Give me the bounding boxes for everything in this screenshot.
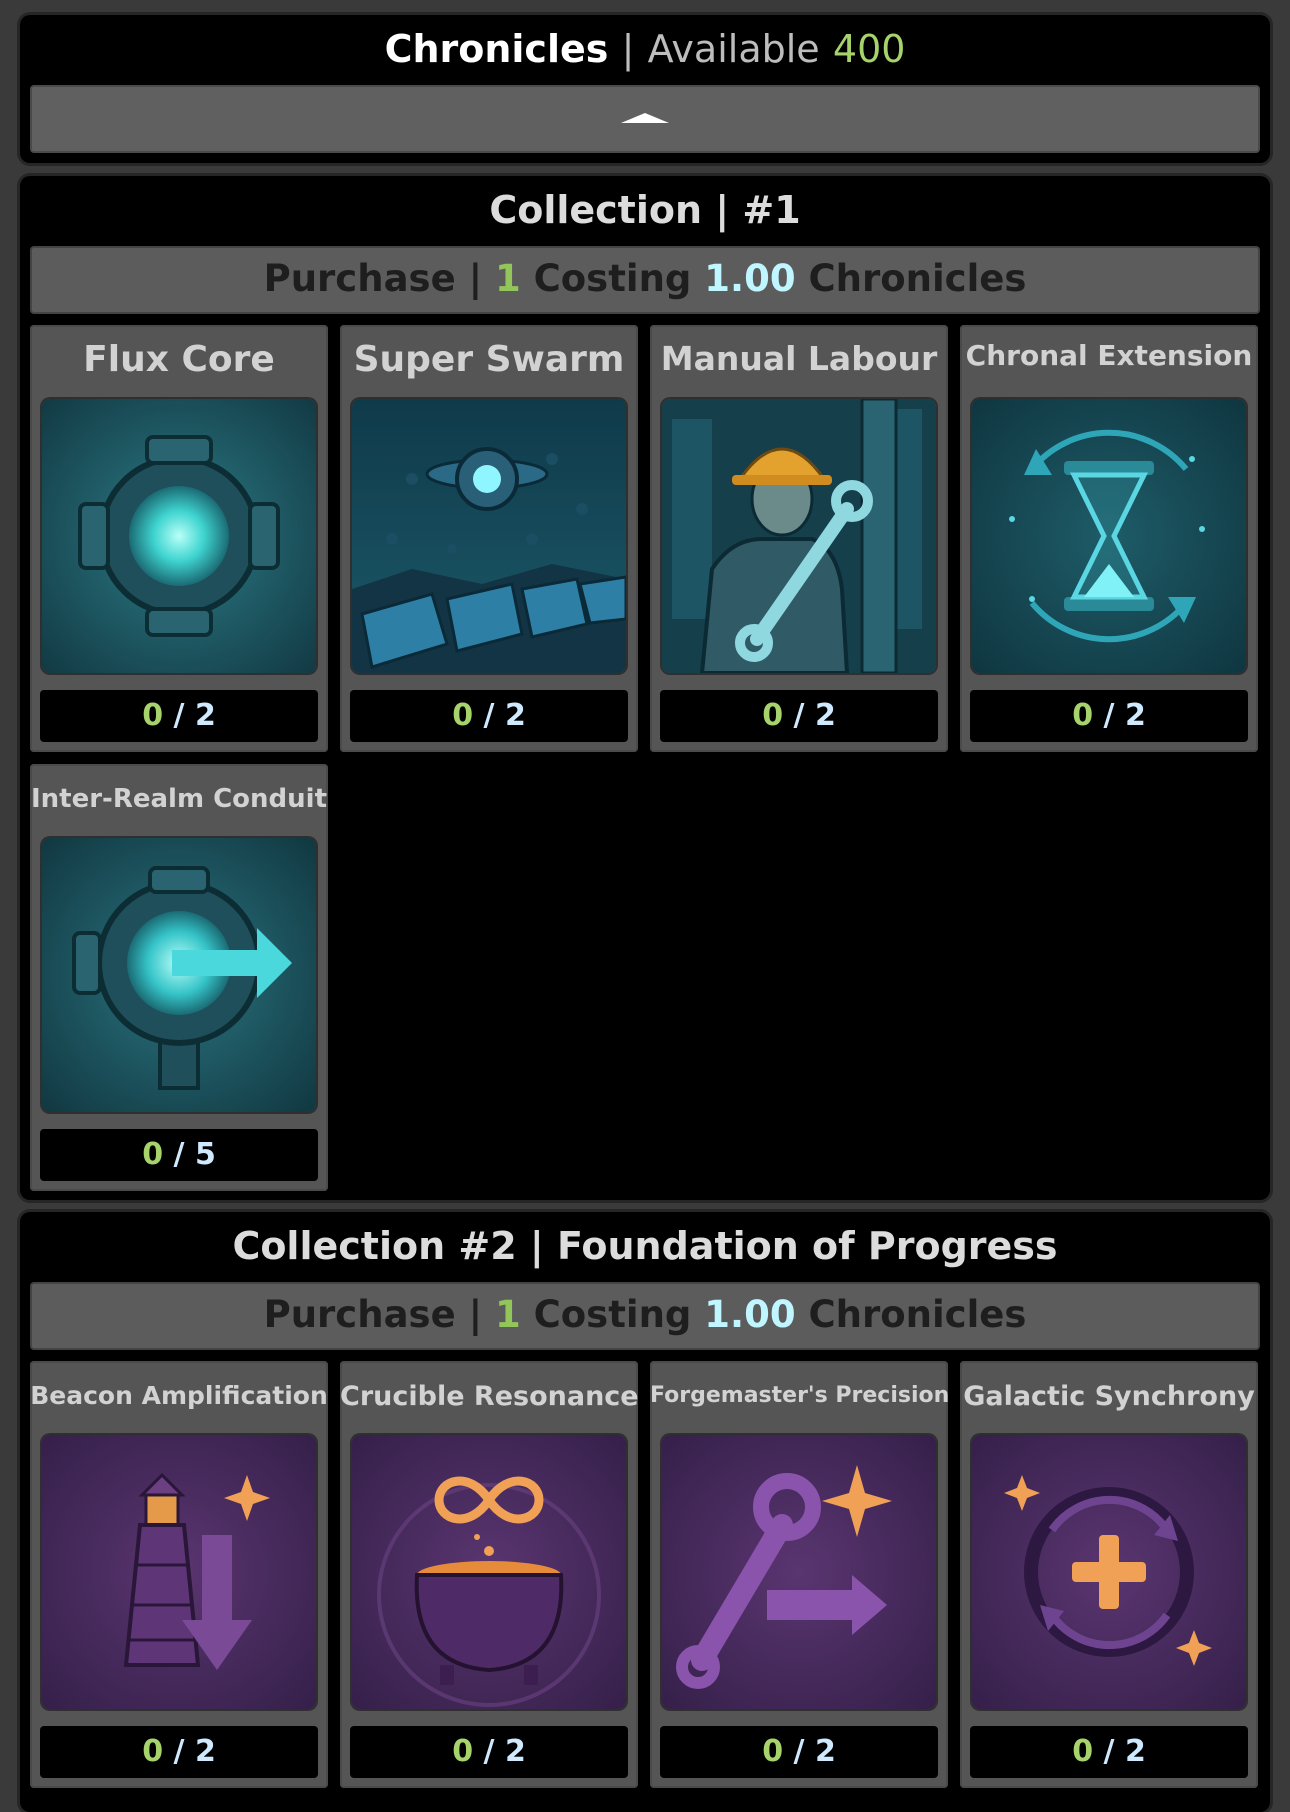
card-title: Galactic Synchrony — [963, 1381, 1255, 1412]
max-count: 5 — [194, 1137, 216, 1172]
card-flux-core[interactable]: Flux Core 0 / 2 — [30, 325, 328, 752]
card-title: Manual Labour — [660, 339, 938, 378]
max-count: 2 — [814, 698, 836, 733]
cauldron-infinity-icon — [352, 1435, 626, 1709]
purchase-label: Purchase — [263, 257, 456, 300]
card-count: 0 / 2 — [40, 690, 318, 742]
card-title: Crucible Resonance — [340, 1381, 639, 1412]
card-forgemasters-precision[interactable]: Forgemaster's Precision 0 / 2 — [650, 1361, 950, 1788]
owned-count: 0 — [1072, 698, 1094, 733]
owned-count: 0 — [452, 1734, 474, 1769]
card-manual-labour[interactable]: Manual Labour 0 / 2 — [650, 325, 948, 752]
owned-count: 0 — [142, 698, 164, 733]
card-count: 0 / 2 — [40, 1726, 318, 1778]
card-beacon-amplification[interactable]: Beacon Amplification 0 / 2 — [30, 1361, 328, 1788]
chronicles-header: Chronicles | Available 400 — [20, 27, 1270, 71]
max-count: 2 — [194, 1734, 216, 1769]
purchase-separator: | — [468, 1293, 483, 1336]
collection-2-panel: Collection #2 | Foundation of Progress P… — [20, 1212, 1270, 1812]
purchase-cost: 1.00 — [704, 257, 796, 300]
purchase-bar[interactable]: Purchase | 1 Costing 1.00 Chronicles — [30, 1282, 1260, 1350]
card-galactic-synchrony[interactable]: Galactic Synchrony 0 / 2 — [960, 1361, 1258, 1788]
hourglass-cycle-icon — [972, 399, 1246, 673]
costing-label: Costing — [533, 257, 692, 300]
purchase-cost: 1.00 — [704, 1293, 796, 1336]
purchase-currency: Chronicles — [808, 257, 1027, 300]
lighthouse-arrow-icon — [42, 1435, 316, 1709]
cycle-plus-icon — [972, 1435, 1246, 1709]
max-count: 2 — [1124, 698, 1146, 733]
header-separator: | — [621, 27, 635, 71]
max-count: 2 — [194, 698, 216, 733]
owned-count: 0 — [452, 698, 474, 733]
card-count: 0 / 2 — [660, 690, 938, 742]
owned-count: 0 — [762, 1734, 784, 1769]
owned-count: 0 — [762, 698, 784, 733]
purchase-bar[interactable]: Purchase | 1 Costing 1.00 Chronicles — [30, 246, 1260, 314]
card-title: Chronal Extension — [965, 339, 1253, 372]
purchase-quantity: 1 — [494, 257, 521, 300]
max-count: 2 — [504, 698, 526, 733]
max-count: 2 — [1124, 1734, 1146, 1769]
card-super-swarm[interactable]: Super Swarm 0 / 2 — [340, 325, 638, 752]
card-title: Flux Core — [83, 339, 275, 380]
card-title: Beacon Amplification — [30, 1381, 328, 1410]
card-title: Forgemaster's Precision — [650, 1383, 950, 1408]
purchase-quantity: 1 — [494, 1293, 521, 1336]
card-title: Inter-Realm Conduit — [30, 784, 328, 814]
owned-count: 0 — [1072, 1734, 1094, 1769]
purchase-separator: | — [468, 257, 483, 300]
max-count: 2 — [504, 1734, 526, 1769]
chronicles-header-panel: Chronicles | Available 400 — [20, 15, 1270, 163]
currency-title: Chronicles — [384, 27, 609, 71]
worker-wrench-icon — [662, 399, 936, 673]
available-value: 400 — [832, 27, 906, 71]
drone-swarm-icon — [352, 399, 626, 673]
conduit-arrow-icon — [42, 838, 316, 1112]
card-title: Super Swarm — [353, 339, 625, 380]
wrench-sparkle-icon — [662, 1435, 936, 1709]
card-count: 0 / 2 — [970, 1726, 1248, 1778]
chevron-up-icon — [621, 113, 669, 123]
card-crucible-resonance[interactable]: Crucible Resonance 0 / 2 — [340, 1361, 639, 1788]
collection-1-panel: Collection | #1 Purchase | 1 Costing 1.0… — [20, 176, 1270, 1200]
max-count: 2 — [814, 1734, 836, 1769]
collapse-toggle-button[interactable] — [30, 85, 1260, 153]
collection-title: Collection | #1 — [489, 188, 801, 232]
card-count: 0 / 2 — [350, 690, 628, 742]
flux-core-icon — [42, 399, 316, 673]
available-label: Available — [647, 27, 820, 71]
card-inter-realm-conduit[interactable]: Inter-Realm Conduit 0 / 5 — [30, 764, 328, 1191]
owned-count: 0 — [142, 1137, 164, 1172]
card-count: 0 / 2 — [970, 690, 1248, 742]
card-count: 0 / 5 — [40, 1129, 318, 1181]
card-chronal-extension[interactable]: Chronal Extension 0 / 2 — [960, 325, 1258, 752]
costing-label: Costing — [533, 1293, 692, 1336]
collection-title: Collection #2 | Foundation of Progress — [232, 1224, 1058, 1268]
purchase-currency: Chronicles — [808, 1293, 1027, 1336]
card-count: 0 / 2 — [660, 1726, 938, 1778]
owned-count: 0 — [142, 1734, 164, 1769]
card-count: 0 / 2 — [350, 1726, 628, 1778]
purchase-label: Purchase — [263, 1293, 456, 1336]
